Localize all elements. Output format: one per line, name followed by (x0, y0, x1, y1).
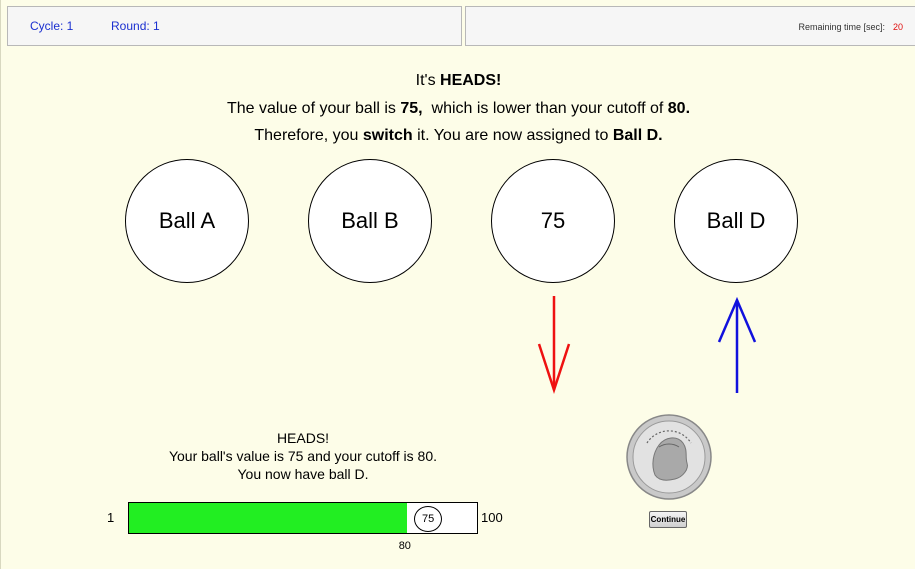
ball-value-marker: 75 (414, 506, 443, 532)
ball-d: Ball D (674, 159, 798, 283)
timer-panel: Remaining time [sec]: 20 (465, 6, 915, 46)
cutoff-bar: 75 (128, 502, 478, 534)
round-label: Round: 1 (111, 19, 160, 33)
summary-values: Your ball's value is 75 and your cutoff … (168, 448, 438, 464)
result-value-line: The value of your ball is 75, which is l… (226, 100, 691, 117)
remaining-time-value: 20 (892, 22, 903, 32)
arrow-down-icon (537, 296, 571, 395)
summary-heads: HEADS! (276, 430, 330, 446)
summary-assignment: You now have ball D. (237, 466, 369, 482)
result-action-line: Therefore, you switch it. You are now as… (254, 127, 663, 144)
status-panel: Cycle: 1 Round: 1 (7, 6, 462, 46)
remaining-time-label: Remaining time [sec]: (798, 22, 885, 32)
bar-min-label: 1 (107, 510, 115, 525)
cutoff-label: 80 (398, 540, 411, 552)
quarter-coin-icon (626, 414, 712, 500)
result-heading: It's HEADS! (415, 72, 502, 89)
arrow-up-icon (717, 296, 757, 393)
experiment-screen: Cycle: 1 Round: 1 Remaining time [sec]: … (0, 0, 915, 569)
ball-c-current: 75 (491, 159, 615, 283)
bar-max-label: 100 (481, 510, 503, 525)
continue-button[interactable]: Continue (649, 511, 687, 528)
ball-a: Ball A (125, 159, 249, 283)
cutoff-fill (129, 503, 407, 533)
ball-b: Ball B (308, 159, 432, 283)
cycle-label: Cycle: 1 (30, 19, 74, 33)
